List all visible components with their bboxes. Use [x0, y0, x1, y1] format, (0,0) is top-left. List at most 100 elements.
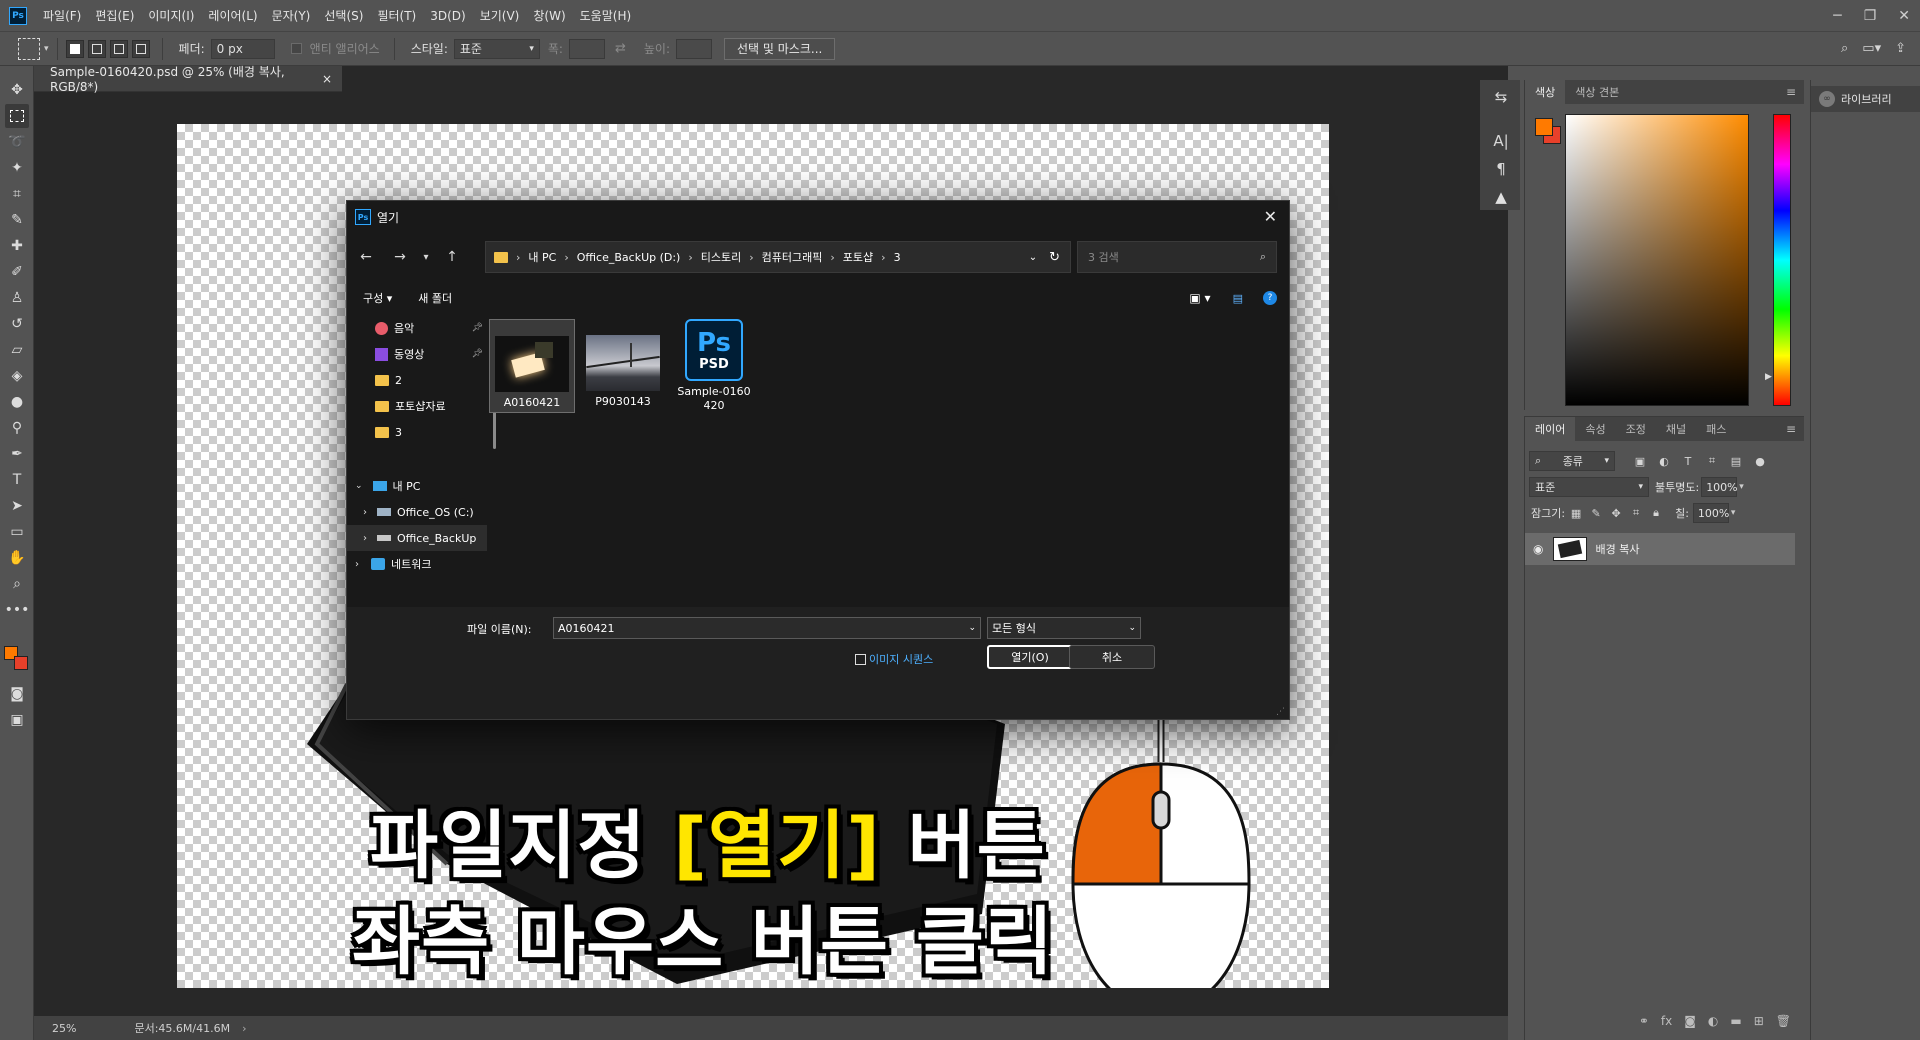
- menu-select[interactable]: 선택(S): [324, 7, 363, 24]
- breadcrumb-item[interactable]: 컴퓨터그래픽: [762, 249, 823, 265]
- breadcrumb-item[interactable]: 3: [894, 251, 901, 264]
- smart-object-filter-icon[interactable]: ▤: [1727, 452, 1745, 470]
- color-foreground-swatch[interactable]: [1535, 118, 1553, 136]
- eyedropper-tool-icon[interactable]: ✎: [5, 208, 29, 232]
- layer-row[interactable]: ◉ 배경 복사: [1525, 533, 1795, 565]
- chevron-down-icon[interactable]: ⌄: [1029, 252, 1037, 263]
- view-options-icon[interactable]: ▣ ▾: [1189, 291, 1210, 305]
- screen-mode-icon[interactable]: ▣: [5, 708, 29, 732]
- sidebar-item-folder-3[interactable]: 3: [347, 419, 487, 445]
- chevron-down-icon[interactable]: ▾: [44, 44, 49, 54]
- adjustment-layer-icon[interactable]: ◐: [1708, 1014, 1718, 1028]
- chevron-down-icon[interactable]: ⌄: [968, 623, 976, 633]
- breadcrumb-item[interactable]: 내 PC: [528, 249, 556, 265]
- dodge-tool-icon[interactable]: ⚲: [5, 416, 29, 440]
- lock-pixels-icon[interactable]: ✎: [1587, 504, 1605, 522]
- lock-position-icon[interactable]: ✥: [1607, 504, 1625, 522]
- close-tab-icon[interactable]: ×: [322, 72, 332, 86]
- menu-filter[interactable]: 필터(T): [377, 7, 416, 24]
- cancel-button[interactable]: 취소: [1069, 645, 1155, 669]
- tab-paths[interactable]: 패스: [1696, 417, 1736, 441]
- zoom-tool-icon[interactable]: ⌕: [5, 572, 29, 596]
- open-button[interactable]: 열기(O): [987, 645, 1073, 669]
- tab-channels[interactable]: 채널: [1656, 417, 1696, 441]
- filter-toggle-icon[interactable]: ●: [1751, 452, 1769, 470]
- sidebar-item-videos[interactable]: 동영상 📌︎: [347, 341, 487, 367]
- search-input[interactable]: 3 검색 ⌕: [1077, 241, 1277, 273]
- chevron-right-icon[interactable]: ›: [242, 1022, 246, 1035]
- filetype-select[interactable]: 모든 형식 ⌄: [987, 617, 1141, 639]
- sidebar-item-this-pc[interactable]: ⌄ 내 PC: [347, 473, 487, 499]
- sidebar-item-photoshop-resources[interactable]: 포토샵자료: [347, 393, 487, 419]
- marquee-tool-icon[interactable]: [5, 104, 29, 128]
- hand-tool-icon[interactable]: ✋: [5, 546, 29, 570]
- add-mask-icon[interactable]: ◙: [1684, 1014, 1696, 1028]
- lock-transparency-icon[interactable]: ▦: [1567, 504, 1585, 522]
- file-item[interactable]: A0160421: [489, 319, 575, 413]
- filename-input[interactable]: A0160421 ⌄: [553, 617, 981, 639]
- file-item[interactable]: Ps PSD Sample-0160420: [671, 319, 757, 413]
- quick-mask-icon[interactable]: ◙: [5, 682, 29, 706]
- type-filter-icon[interactable]: T: [1679, 452, 1697, 470]
- breadcrumb-item[interactable]: 티스토리: [701, 249, 741, 265]
- history-panel-icon[interactable]: ⇆: [1490, 86, 1512, 108]
- brush-tool-icon[interactable]: ✐: [5, 260, 29, 284]
- more-tools-icon[interactable]: •••: [5, 598, 30, 622]
- crop-tool-icon[interactable]: ⌗: [5, 182, 29, 206]
- file-item[interactable]: P9030143: [580, 319, 666, 413]
- hue-slider[interactable]: [1773, 114, 1791, 406]
- new-layer-icon[interactable]: ⊞: [1754, 1014, 1764, 1028]
- width-input[interactable]: [568, 38, 605, 59]
- chevron-right-icon[interactable]: ›: [363, 533, 367, 544]
- panel-menu-icon[interactable]: ≡: [1786, 422, 1796, 436]
- menu-file[interactable]: 파일(F): [43, 7, 81, 24]
- clone-stamp-tool-icon[interactable]: ♙: [5, 286, 29, 310]
- tab-adjustments[interactable]: 조정: [1616, 417, 1656, 441]
- pen-tool-icon[interactable]: ✒: [5, 442, 29, 466]
- shape-filter-icon[interactable]: ⌗: [1703, 452, 1721, 470]
- menu-3d[interactable]: 3D(D): [430, 9, 465, 23]
- address-bar[interactable]: › 내 PC › Office_BackUp (D:) › 티스토리 › 컴퓨터…: [485, 241, 1071, 273]
- forward-arrow-icon[interactable]: →: [389, 246, 411, 268]
- chevron-right-icon[interactable]: ›: [355, 559, 359, 570]
- antialias-checkbox[interactable]: [290, 43, 302, 54]
- background-color-swatch[interactable]: [14, 656, 28, 670]
- breadcrumb-item[interactable]: 포토샵: [843, 249, 873, 265]
- image-sequence-checkbox[interactable]: [855, 653, 866, 665]
- opacity-input[interactable]: 100%: [1701, 477, 1738, 497]
- recent-locations-icon[interactable]: ▾: [415, 246, 437, 268]
- sidebar-item-network[interactable]: › 네트워크: [347, 551, 487, 577]
- link-layers-icon[interactable]: ⚭: [1639, 1014, 1649, 1028]
- menu-edit[interactable]: 편집(E): [95, 7, 134, 24]
- marquee-preset-icon[interactable]: [18, 37, 40, 60]
- back-arrow-icon[interactable]: ←: [355, 246, 377, 268]
- move-tool-icon[interactable]: ✥: [5, 78, 29, 102]
- menu-layer[interactable]: 레이어(L): [208, 7, 257, 24]
- preview-pane-icon[interactable]: ▤: [1233, 292, 1243, 305]
- menu-view[interactable]: 보기(V): [480, 7, 520, 24]
- fill-input[interactable]: 100%: [1692, 503, 1729, 523]
- lock-all-icon[interactable]: 🔒︎: [1647, 504, 1665, 522]
- type-tool-icon[interactable]: T: [5, 468, 29, 492]
- eraser-tool-icon[interactable]: ▱: [5, 338, 29, 362]
- add-selection-icon[interactable]: [87, 39, 106, 58]
- tab-properties[interactable]: 속성: [1575, 417, 1615, 441]
- rectangle-tool-icon[interactable]: ▭: [5, 520, 29, 544]
- sidebar-item-folder-2[interactable]: 2: [347, 367, 487, 393]
- new-selection-icon[interactable]: [65, 39, 84, 58]
- tab-swatches[interactable]: 색상 견본: [1565, 80, 1629, 104]
- height-input[interactable]: [676, 38, 713, 59]
- menu-type[interactable]: 문자(Y): [272, 7, 311, 24]
- lasso-tool-icon[interactable]: ➰: [5, 130, 29, 154]
- style-select[interactable]: 표준 ▾: [453, 38, 540, 59]
- character-panel-icon[interactable]: A|: [1490, 130, 1512, 152]
- layer-filter-select[interactable]: ⌕ 종류 ▾: [1529, 451, 1615, 471]
- zoom-level[interactable]: 25%: [52, 1022, 76, 1035]
- workspace-icon[interactable]: ▭▾: [1862, 41, 1881, 56]
- breadcrumb-item[interactable]: Office_BackUp (D:): [577, 251, 681, 264]
- organize-button[interactable]: 구성 ▾: [363, 290, 392, 306]
- close-button[interactable]: ✕: [1898, 8, 1910, 24]
- minimize-button[interactable]: ─: [1833, 8, 1841, 24]
- warning-icon[interactable]: ▲: [1490, 186, 1512, 208]
- menu-help[interactable]: 도움말(H): [580, 7, 632, 24]
